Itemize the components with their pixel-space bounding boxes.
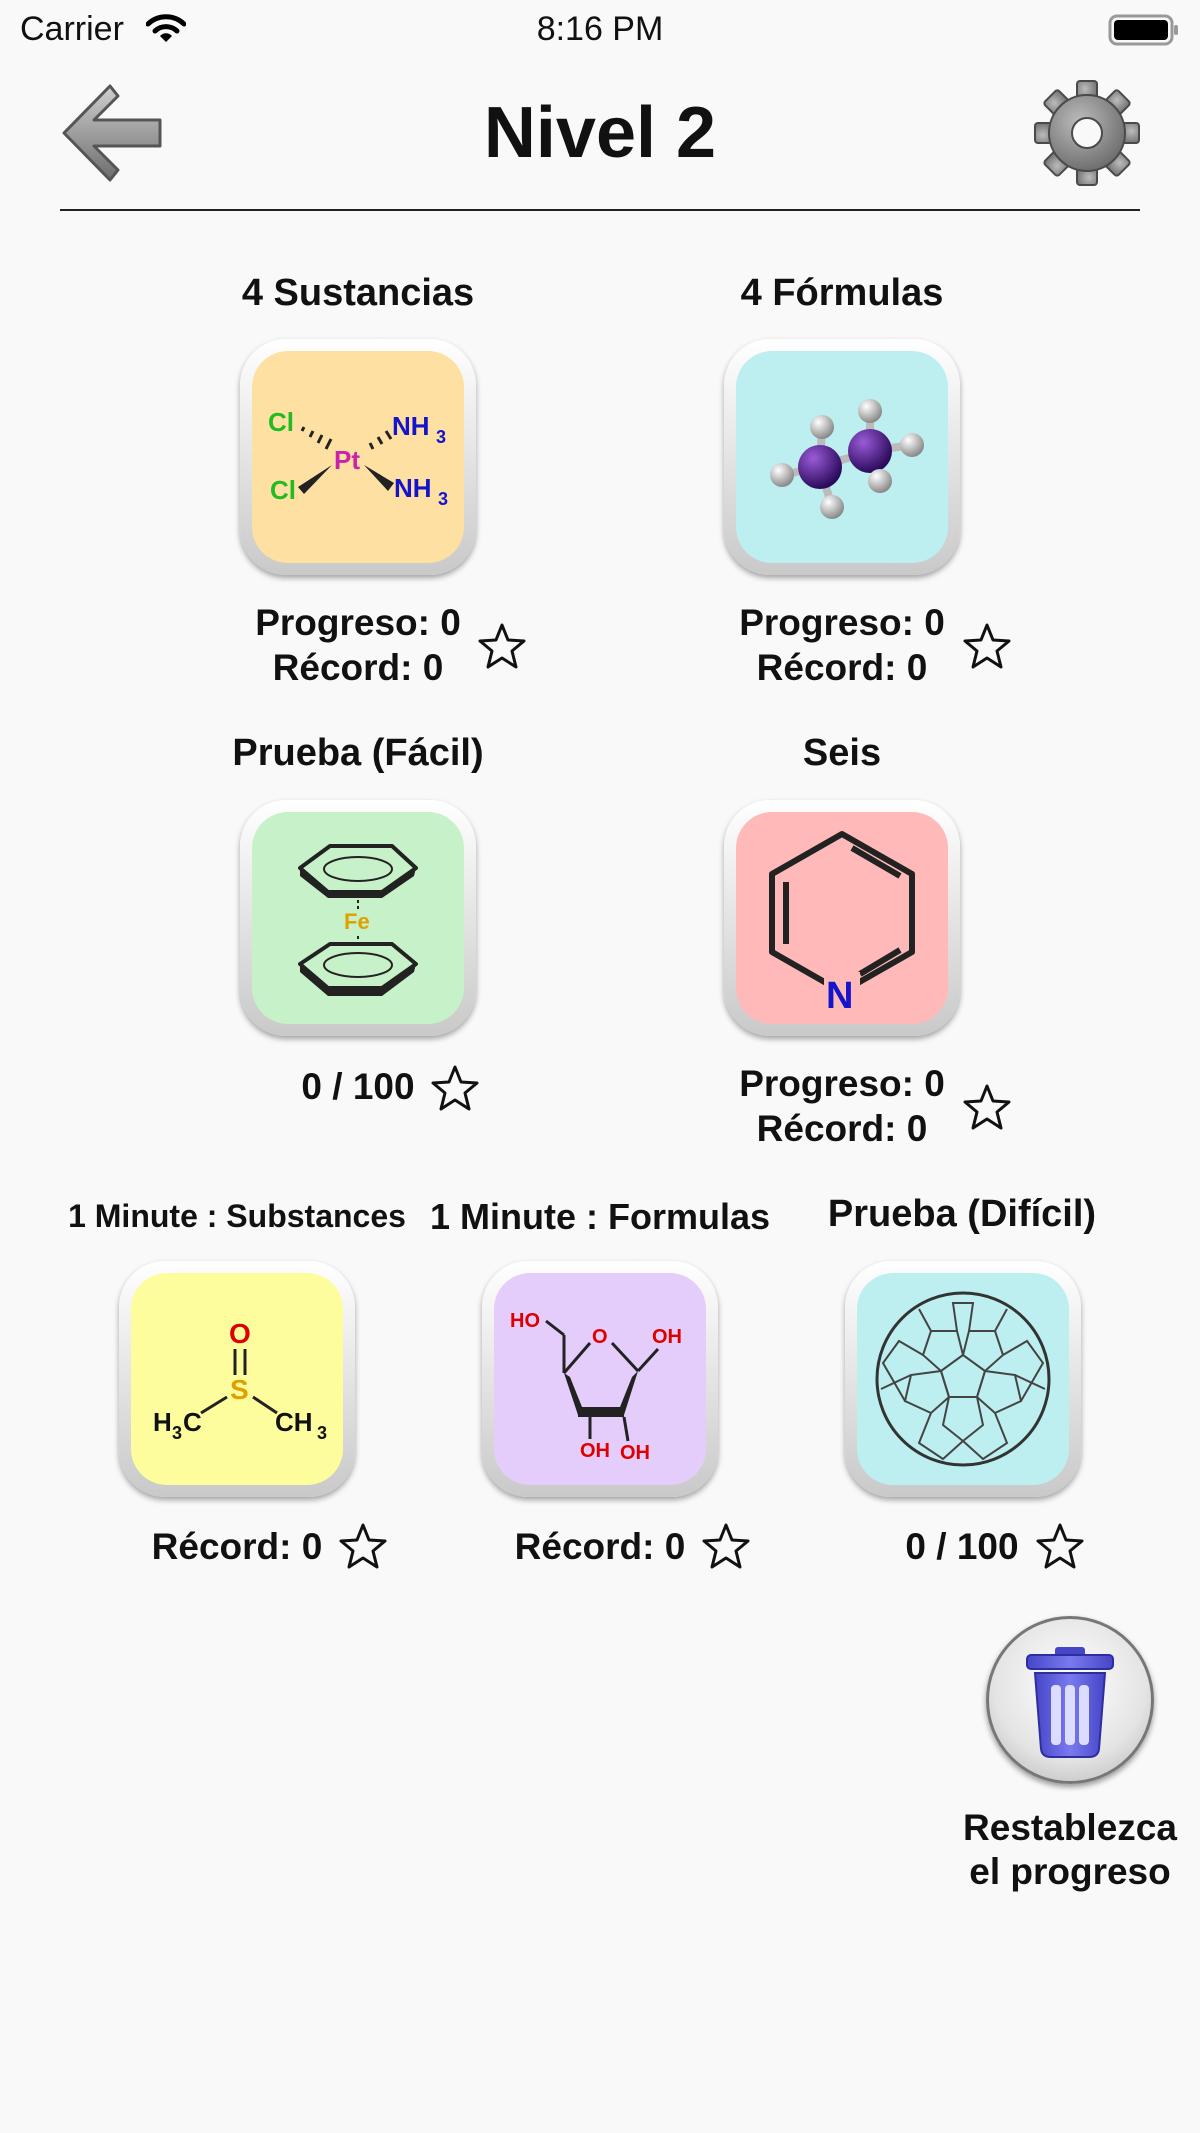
star-icon	[702, 1523, 750, 1569]
gear-icon	[1034, 80, 1140, 186]
oh-label-3: OH	[620, 1442, 650, 1464]
molecule-3d-icon	[770, 399, 924, 519]
record-label: Récord: 0	[756, 647, 928, 688]
tile-title-prueba-facil: Prueba (Fácil)	[232, 732, 484, 774]
status-bar: Carrier 8:16 PM	[0, 0, 1200, 60]
star-icon	[339, 1523, 387, 1569]
nh3-subscript-top: 3	[436, 427, 446, 447]
tile-prueba-facil-score: 0 / 100	[301, 1066, 415, 1107]
tile-title-1-minute-formulas: 1 Minute : Formulas	[429, 1196, 771, 1237]
tile-seis[interactable]: N	[724, 800, 960, 1036]
header-divider	[60, 209, 1140, 211]
tile-4-sustancias[interactable]: Cl Cl Pt NH 3 NH 3	[240, 339, 476, 575]
pyridine-icon: N	[769, 831, 915, 1017]
dmso-icon: O S H 3 CH 3 C	[153, 1318, 327, 1443]
n-label: N	[826, 975, 853, 1017]
ring-o-label: O	[592, 1326, 608, 1348]
tile-seis-image: N	[736, 812, 948, 1024]
h3c-label: H	[153, 1407, 172, 1437]
tile-1-minute-substances[interactable]: O S H 3 CH 3 C	[119, 1261, 355, 1497]
tile-1-minute-formulas[interactable]: HO O OH OH OH	[482, 1261, 718, 1497]
tile-title-1-minute-substances: 1 Minute : Substances	[68, 1198, 406, 1234]
tile-title-seis: Seis	[802, 732, 882, 774]
oh-label-2: OH	[580, 1440, 610, 1462]
page-title: Nivel 2	[483, 93, 717, 173]
svg-text:C: C	[183, 1407, 202, 1437]
tile-1-minute-substances-record: Récord: 0	[151, 1526, 323, 1567]
tile-prueba-facil[interactable]: Fe	[240, 800, 476, 1036]
reset-label-line-2: el progreso	[969, 1851, 1171, 1892]
tile-4-formulas[interactable]	[724, 339, 960, 575]
tile-4-formulas-image	[736, 351, 948, 563]
ho-label: HO	[510, 1310, 540, 1332]
tile-4-sustancias-stats: Progreso: 0 Récord: 0	[255, 600, 461, 690]
tile-1-minute-substances-image: O S H 3 CH 3 C	[131, 1273, 343, 1485]
tile-4-formulas-stats: Progreso: 0 Récord: 0	[739, 600, 945, 690]
nh3-label-top: NH	[392, 411, 430, 441]
progress-label: Progreso: 0	[739, 1063, 945, 1104]
nh3-subscript-bottom: 3	[438, 489, 448, 509]
tile-4-sustancias-image: Cl Cl Pt NH 3 NH 3	[252, 351, 464, 563]
progress-label: Progreso: 0	[255, 602, 461, 643]
star-icon	[431, 1065, 479, 1111]
star-icon	[478, 623, 526, 669]
star-icon	[1036, 1523, 1084, 1569]
h3c-subscript: 3	[172, 1423, 182, 1443]
o-label: O	[229, 1318, 251, 1349]
tile-prueba-dificil-score: 0 / 100	[905, 1526, 1019, 1567]
fe-label: Fe	[344, 909, 370, 934]
reset-progress-label: Restablezca el progreso	[963, 1806, 1177, 1894]
tile-prueba-dificil-image	[857, 1273, 1069, 1485]
tile-seis-stats: Progreso: 0 Récord: 0	[739, 1061, 945, 1151]
s-label: S	[230, 1374, 249, 1405]
record-label: Récord: 0	[756, 1108, 928, 1149]
status-time: 8:16 PM	[536, 10, 664, 48]
tile-prueba-facil-image: Fe	[252, 812, 464, 1024]
cl-label-top: Cl	[268, 407, 294, 437]
tile-1-minute-formulas-record: Récord: 0	[514, 1526, 686, 1567]
tile-title-4-formulas: 4 Fórmulas	[740, 272, 944, 314]
cisplatin-icon: Cl Cl Pt NH 3 NH 3	[268, 407, 448, 509]
ribose-icon: HO O OH OH OH	[510, 1310, 682, 1464]
ferrocene-icon: Fe	[298, 844, 418, 996]
battery-icon	[1108, 14, 1180, 51]
settings-button[interactable]	[1034, 80, 1140, 186]
tile-1-minute-formulas-image: HO O OH OH OH	[494, 1273, 706, 1485]
star-icon	[963, 623, 1011, 669]
tile-title-prueba-dificil: Prueba (Difícil)	[827, 1193, 1097, 1235]
tile-prueba-dificil[interactable]	[845, 1261, 1081, 1497]
ch3-label: CH	[275, 1407, 313, 1437]
nh3-label-bottom: NH	[394, 473, 432, 503]
record-label: Récord: 0	[272, 647, 444, 688]
progress-label: Progreso: 0	[739, 602, 945, 643]
star-icon	[963, 1084, 1011, 1130]
trash-icon	[1026, 1647, 1114, 1758]
tile-title-4-sustancias: 4 Sustancias	[241, 272, 475, 314]
pt-label: Pt	[334, 445, 360, 475]
cl-label-bottom: Cl	[270, 475, 296, 505]
oh-label-1: OH	[652, 1326, 682, 1348]
reset-label-line-1: Restablezca	[963, 1807, 1177, 1848]
reset-progress-button[interactable]	[986, 1616, 1154, 1784]
ch3-subscript: 3	[317, 1423, 327, 1443]
fullerene-icon	[875, 1291, 1051, 1467]
